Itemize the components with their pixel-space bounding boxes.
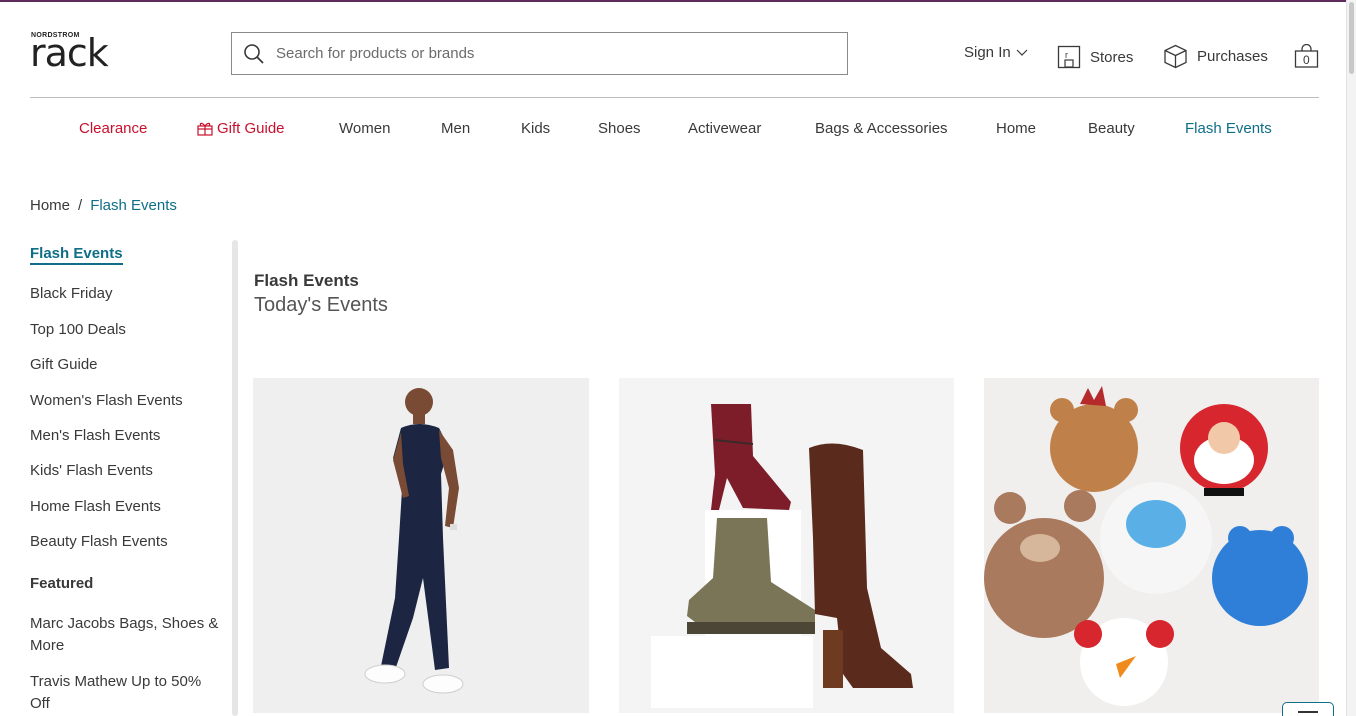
sidebar-featured-travis-mathew[interactable]: Travis Mathew Up to 50% Off xyxy=(30,671,225,715)
chevron-down-icon xyxy=(1016,49,1028,56)
breadcrumb: Home / Flash Events xyxy=(30,197,177,214)
box-icon xyxy=(1164,44,1187,69)
purchases-label: Purchases xyxy=(1197,48,1268,65)
event-card-holiday-plush[interactable] xyxy=(984,378,1319,713)
sidebar-item-kids-flash-events[interactable]: Kids' Flash Events xyxy=(30,462,153,479)
nav-men[interactable]: Men xyxy=(441,120,470,137)
sidebar-item-mens-flash-events[interactable]: Men's Flash Events xyxy=(30,427,160,444)
nav-beauty[interactable]: Beauty xyxy=(1088,120,1135,137)
man-walking-image xyxy=(364,388,464,694)
main-navigation: Clearance Gift Guide Women Men Kids Shoe… xyxy=(0,120,1346,140)
sidebar-item-beauty-flash-events[interactable]: Beauty Flash Events xyxy=(30,533,168,550)
sidebar-item-black-friday[interactable]: Black Friday xyxy=(30,285,113,302)
boots-image xyxy=(651,404,913,708)
sidebar-item-flash-events[interactable]: Flash Events xyxy=(30,245,123,265)
svg-text:r: r xyxy=(1065,50,1068,60)
stores-label: Stores xyxy=(1090,48,1134,66)
sidebar-item-top-100-deals[interactable]: Top 100 Deals xyxy=(30,321,126,338)
bag-count: 0 xyxy=(1303,53,1310,67)
nav-activewear[interactable]: Activewear xyxy=(688,120,761,137)
page-scrollbar[interactable] xyxy=(1346,0,1356,716)
plush-toys-image xyxy=(984,386,1308,706)
menu-icon xyxy=(1298,711,1318,713)
bag-icon: 0 xyxy=(1294,43,1319,68)
nav-flash-events[interactable]: Flash Events xyxy=(1185,120,1272,137)
sidebar-item-gift-guide[interactable]: Gift Guide xyxy=(30,356,98,373)
nav-women[interactable]: Women xyxy=(339,120,390,137)
sidebar-scrollbar[interactable] xyxy=(232,240,238,716)
nav-home[interactable]: Home xyxy=(996,120,1036,137)
store-icon: r xyxy=(1057,45,1081,69)
nav-bags-accessories[interactable]: Bags & Accessories xyxy=(815,120,948,137)
nav-gift-guide-label: Gift Guide xyxy=(217,120,285,137)
search-bar[interactable] xyxy=(231,32,848,75)
breadcrumb-home[interactable]: Home xyxy=(30,197,70,214)
breadcrumb-separator: / xyxy=(78,197,83,214)
sidebar-item-home-flash-events[interactable]: Home Flash Events xyxy=(30,498,161,515)
shopping-bag-button[interactable]: 0 xyxy=(1294,43,1319,73)
nav-gift-guide[interactable]: Gift Guide xyxy=(197,120,285,137)
event-card-mens[interactable] xyxy=(253,378,589,713)
nav-clearance[interactable]: Clearance xyxy=(79,120,147,137)
search-input[interactable] xyxy=(276,45,816,62)
sign-in-button[interactable]: Sign In xyxy=(964,44,1028,61)
stores-link[interactable]: r Stores xyxy=(1057,45,1133,69)
purchases-link[interactable]: Purchases xyxy=(1163,44,1268,69)
sidebar-featured-marc-jacobs[interactable]: Marc Jacobs Bags, Shoes & More xyxy=(30,613,225,657)
sign-in-label: Sign In xyxy=(964,44,1011,61)
page-scrollbar-thumb[interactable] xyxy=(1349,2,1354,74)
breadcrumb-current[interactable]: Flash Events xyxy=(90,197,177,214)
logo-big-text: rack xyxy=(30,31,109,75)
sidebar-featured-heading: Featured xyxy=(30,575,94,592)
nordstrom-rack-logo[interactable]: NORDSTROM rack xyxy=(30,31,114,75)
header-divider xyxy=(30,97,1319,98)
page-title: Flash Events xyxy=(254,271,359,290)
chat-menu-button[interactable] xyxy=(1282,702,1334,716)
top-accent-bar xyxy=(0,0,1346,2)
search-icon[interactable] xyxy=(243,43,265,65)
gift-icon xyxy=(197,122,213,136)
nav-kids[interactable]: Kids xyxy=(521,120,550,137)
sidebar-item-womens-flash-events[interactable]: Women's Flash Events xyxy=(30,392,183,409)
page-subtitle: Today's Events xyxy=(254,294,388,316)
event-card-shoes[interactable] xyxy=(619,378,954,713)
nav-shoes[interactable]: Shoes xyxy=(598,120,641,137)
